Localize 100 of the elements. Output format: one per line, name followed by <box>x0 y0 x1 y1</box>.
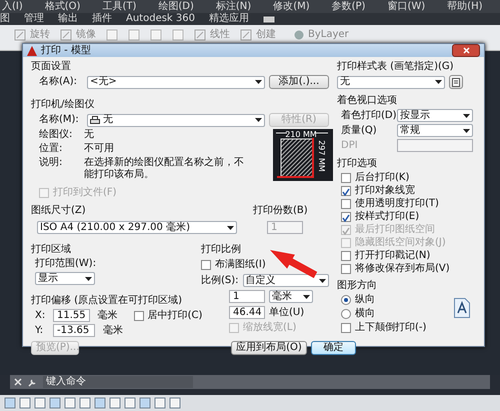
radio-button[interactable] <box>341 309 351 319</box>
status-icon[interactable] <box>124 397 136 409</box>
tool-icon[interactable] <box>60 29 72 41</box>
checkbox-label: 上下颠倒打印(-) <box>355 322 426 334</box>
radio-button[interactable] <box>341 295 351 305</box>
status-icon[interactable] <box>169 397 181 409</box>
checkbox[interactable] <box>341 264 351 274</box>
close-icon[interactable] <box>14 378 22 386</box>
field-label: DPI <box>341 140 359 152</box>
checkbox-label: 使用透明度打印(T) <box>355 198 439 210</box>
wrench-icon[interactable] <box>28 378 37 386</box>
offset-field[interactable]: 11.55 <box>53 309 90 322</box>
button[interactable]: 确定 <box>311 341 356 355</box>
scale-field[interactable]: 1 <box>229 290 265 303</box>
unit-label: 单位(U) <box>269 306 304 318</box>
command-input[interactable]: 键入命令 <box>43 376 193 388</box>
section-heading: 打印样式表 (画笔指定)(G) <box>337 61 455 73</box>
ribbon-tab[interactable]: Autodesk 360 <box>126 13 195 25</box>
scale-field[interactable]: 46.44 <box>229 306 265 319</box>
button[interactable]: 添加(.)... <box>269 75 329 89</box>
tool-icon[interactable] <box>172 29 184 41</box>
status-icon[interactable] <box>79 397 91 409</box>
menu-item[interactable]: 参数(P) <box>332 0 366 12</box>
checkbox[interactable] <box>341 186 351 196</box>
checkbox-label: 将修改保存到布局(V) <box>355 262 450 274</box>
checkbox[interactable] <box>341 212 351 222</box>
tool-icon[interactable] <box>128 29 140 41</box>
menu-item[interactable]: 入(I) <box>2 0 23 12</box>
caret-icon <box>255 118 262 122</box>
tool-icon[interactable] <box>240 29 252 41</box>
status-icon[interactable] <box>64 397 76 409</box>
status-icon[interactable] <box>49 397 61 409</box>
checkbox-label: 居中打印(C) <box>148 310 202 322</box>
ribbon-tab[interactable]: 精选应用 <box>208 13 249 25</box>
checkbox-label: 打印对象线宽 <box>355 184 415 196</box>
caret-icon <box>227 226 234 230</box>
radio-label: 纵向 <box>355 294 375 306</box>
edit-button[interactable] <box>449 75 463 89</box>
scale-dropdown[interactable]: 自定义 <box>242 274 329 287</box>
printer-dropdown[interactable]: 无 <box>87 114 265 126</box>
panel-icon[interactable] <box>262 16 275 22</box>
checkbox[interactable] <box>341 198 351 208</box>
menu-item[interactable]: 标注(N) <box>216 0 252 12</box>
status-icon[interactable] <box>154 397 166 409</box>
unit-label: 毫米 <box>103 324 123 336</box>
checkbox[interactable] <box>134 310 144 320</box>
field-label: 绘图仪: <box>39 129 74 141</box>
close-button[interactable] <box>452 44 480 57</box>
field-label: 质量(Q) <box>341 124 378 136</box>
checkbox-label: 缩放线宽(L) <box>243 322 296 334</box>
window-title: 打印 - 模型 <box>41 44 91 56</box>
checkbox-label: 打印到文件(F) <box>53 187 117 199</box>
status-icon[interactable] <box>94 397 106 409</box>
checkbox[interactable] <box>341 323 351 333</box>
menu-item[interactable]: 绘图(D) <box>158 0 194 12</box>
table-icon <box>452 78 460 86</box>
menu-item[interactable]: 帮助(H) <box>447 0 482 12</box>
checkbox[interactable] <box>341 172 351 182</box>
section-heading: 打印份数(B) <box>253 205 308 217</box>
unit-dropdown[interactable]: 毫米 <box>269 290 313 303</box>
shading-dropdown[interactable]: 常规 <box>397 124 473 137</box>
style-table-dropdown[interactable]: 无 <box>337 76 445 88</box>
tool-icon[interactable] <box>14 29 26 41</box>
paper-preview-drawing: 210 MM 297 MM <box>273 129 333 181</box>
offset-field[interactable]: -13.65 <box>53 324 95 337</box>
menu-item[interactable]: 修改(M) <box>273 0 310 12</box>
checkbox-label: 隐藏图纸空间对象(J) <box>355 236 446 248</box>
section-heading: 打印区域 <box>31 244 72 256</box>
ribbon-tab[interactable]: 输出 <box>58 13 78 25</box>
ribbon-tab[interactable]: 管理 <box>24 13 44 25</box>
status-icon[interactable] <box>109 397 121 409</box>
checkbox-label: 打开打印戳记(N) <box>355 250 430 262</box>
shading-dropdown[interactable]: 按显示 <box>397 109 473 122</box>
caret-icon <box>463 114 470 118</box>
status-icon[interactable] <box>34 397 46 409</box>
caret-icon <box>255 80 262 84</box>
menu-item[interactable]: 工具(T) <box>102 0 136 12</box>
checkbox[interactable] <box>201 260 211 270</box>
status-icon[interactable] <box>4 397 16 409</box>
field-label: 打印范围(W): <box>34 258 98 270</box>
field-value: 不可用 <box>84 143 114 155</box>
checkbox[interactable] <box>341 250 351 260</box>
field-value: 在选择新的绘图仪配置名称之前，不能打印该布局。 <box>84 157 245 181</box>
ribbon-tab[interactable]: 图 <box>0 13 10 25</box>
plot-range-dropdown[interactable]: 显示 <box>35 272 95 285</box>
ribbon-tab[interactable]: 插件 <box>92 13 112 25</box>
tool-icon[interactable] <box>194 29 206 41</box>
menu-item[interactable]: 格式(O) <box>44 0 80 12</box>
tool-icon[interactable] <box>106 29 118 41</box>
tool-icon[interactable] <box>150 29 162 41</box>
status-icon[interactable] <box>19 397 31 409</box>
menu-item[interactable]: 窗口(W) <box>387 0 426 12</box>
section-heading: 着色视口选项 <box>337 95 398 107</box>
field-label: X: <box>35 310 45 322</box>
checkbox-label: 后台打印(K) <box>355 172 410 184</box>
page-setup-dropdown[interactable]: <无> <box>87 76 265 88</box>
paper-size-dropdown[interactable]: ISO A4 (210.00 x 297.00 毫米) <box>37 221 237 234</box>
field-label: 说明: <box>39 157 64 170</box>
status-icon[interactable] <box>139 397 151 409</box>
button[interactable]: 应用到布局(O) <box>231 341 307 355</box>
